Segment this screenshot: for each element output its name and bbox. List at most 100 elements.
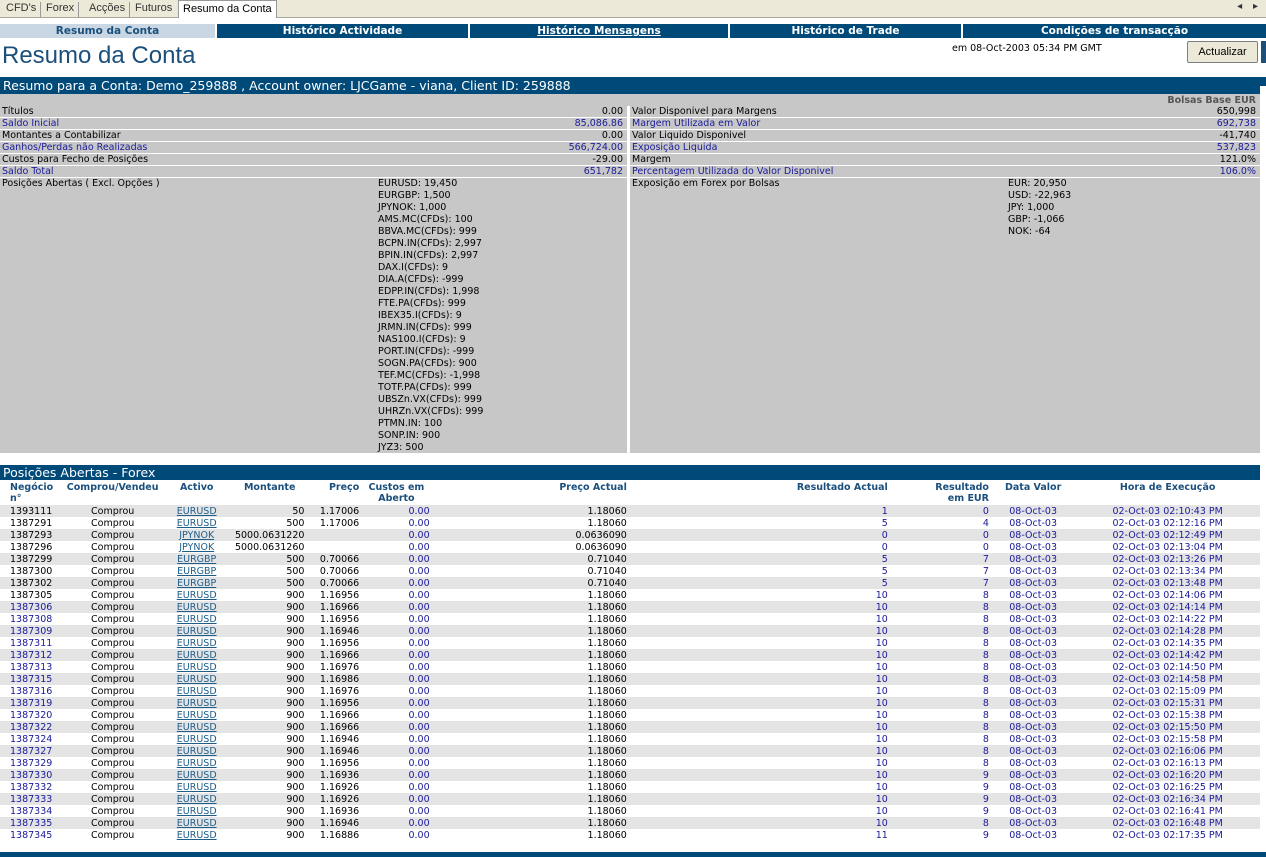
cell-activo-link[interactable]: EURUSD [160, 817, 233, 829]
table-row[interactable]: 1387316 Comprou EURUSD 900 1.16976 0.00 1.1806… [0, 685, 1260, 697]
cell-activo-link[interactable]: EURUSD [160, 829, 233, 841]
asset-link[interactable]: EURUSD [177, 602, 217, 613]
table-row[interactable]: 1387296 Comprou JPYNOK 5000.0631260 0.00 0.06… [0, 541, 1260, 553]
table-row[interactable]: 1387309 Comprou EURUSD 900 1.16946 0.00 1.1806… [0, 625, 1260, 637]
asset-link[interactable]: EURUSD [177, 638, 217, 649]
refresh-button[interactable]: Actualizar [1187, 41, 1258, 63]
asset-link[interactable]: EURGBP [177, 578, 216, 589]
asset-link[interactable]: EURUSD [177, 722, 217, 733]
asset-link[interactable]: EURUSD [177, 818, 217, 829]
asset-link[interactable]: EURUSD [177, 506, 217, 517]
asset-link[interactable]: EURUSD [177, 614, 217, 625]
cell-activo-link[interactable]: EURUSD [160, 625, 233, 637]
col-comprou-vendeu[interactable]: Comprou/Vendeu [65, 481, 161, 505]
asset-link[interactable]: EURUSD [177, 650, 217, 661]
table-row[interactable]: 1387302 Comprou EURGBP 500 0.70066 0.00 0.7104… [0, 577, 1260, 589]
cell-activo-link[interactable]: EURUSD [160, 637, 233, 649]
nav-resumo-da-conta[interactable]: Resumo da Conta [0, 24, 215, 38]
cell-activo-link[interactable]: EURUSD [160, 697, 233, 709]
table-row[interactable]: 1387313 Comprou EURUSD 900 1.16976 0.00 1.1806… [0, 661, 1260, 673]
table-row[interactable]: 1393111 Comprou EURUSD 50 1.17006 0.00 1.18060… [0, 505, 1260, 517]
nav-condicoes-de-transaccao[interactable]: Condições de transacção [961, 24, 1266, 38]
cell-activo-link[interactable]: EURGBP [160, 577, 233, 589]
nav-historico-de-trade[interactable]: Histórico de Trade [728, 24, 961, 38]
col-preco[interactable]: Preço [306, 481, 361, 505]
cell-activo-link[interactable]: EURGBP [160, 565, 233, 577]
cell-activo-link[interactable]: JPYNOK [160, 529, 233, 541]
cell-activo-link[interactable]: EURUSD [160, 745, 233, 757]
cell-activo-link[interactable]: EURUSD [160, 601, 233, 613]
cell-activo-link[interactable]: EURUSD [160, 805, 233, 817]
table-row[interactable]: 1387315 Comprou EURUSD 900 1.16986 0.00 1.1806… [0, 673, 1260, 685]
asset-link[interactable]: EURUSD [177, 770, 217, 781]
cell-activo-link[interactable]: EURUSD [160, 649, 233, 661]
table-row[interactable]: 1387335 Comprou EURUSD 900 1.16946 0.00 1.1806… [0, 817, 1260, 829]
asset-link[interactable]: EURUSD [177, 626, 217, 637]
table-row[interactable]: 1387333 Comprou EURUSD 900 1.16926 0.00 1.1806… [0, 793, 1260, 805]
table-row[interactable]: 1387329 Comprou EURUSD 900 1.16956 0.00 1.1806… [0, 757, 1260, 769]
col-negocio[interactable]: Negócio n° [0, 481, 65, 505]
table-row[interactable]: 1387291 Comprou EURUSD 500 1.17006 0.00 1.1806… [0, 517, 1260, 529]
cell-activo-link[interactable]: EURUSD [160, 781, 233, 793]
table-row[interactable]: 1387322 Comprou EURUSD 900 1.16966 0.00 1.1806… [0, 721, 1260, 733]
cell-activo-link[interactable]: EURUSD [160, 721, 233, 733]
tab-cfds[interactable]: CFD's [2, 2, 42, 17]
cell-activo-link[interactable]: EURUSD [160, 613, 233, 625]
col-activo[interactable]: Activo [161, 481, 233, 505]
table-row[interactable]: 1387306 Comprou EURUSD 900 1.16966 0.00 1.1806… [0, 601, 1260, 613]
asset-link[interactable]: EURUSD [177, 674, 217, 685]
cell-activo-link[interactable]: EURUSD [160, 709, 233, 721]
cell-activo-link[interactable]: EURUSD [160, 661, 233, 673]
cell-activo-link[interactable]: JPYNOK [160, 541, 233, 553]
table-row[interactable]: 1387345 Comprou EURUSD 900 1.16886 0.00 1.1806… [0, 829, 1260, 841]
asset-link[interactable]: JPYNOK [179, 530, 214, 541]
table-row[interactable]: 1387327 Comprou EURUSD 900 1.16946 0.00 1.1806… [0, 745, 1260, 757]
table-row[interactable]: 1387330 Comprou EURUSD 900 1.16936 0.00 1.1806… [0, 769, 1260, 781]
table-row[interactable]: 1387300 Comprou EURGBP 500 0.70066 0.00 0.7104… [0, 565, 1260, 577]
cell-activo-link[interactable]: EURGBP [160, 553, 233, 565]
asset-link[interactable]: EURUSD [177, 590, 217, 601]
col-data-valor[interactable]: Data Valor [991, 481, 1075, 505]
side-panel-toggle[interactable] [1261, 41, 1266, 63]
tab-scroll-arrows-icon[interactable]: ◂ ▸ [1237, 1, 1262, 12]
table-row[interactable]: 1387299 Comprou EURGBP 500 0.70066 0.00 0.7104… [0, 553, 1260, 565]
col-hora-execucao[interactable]: Hora de Execução [1075, 481, 1260, 505]
asset-link[interactable]: EURGBP [177, 554, 216, 565]
tab-resumo-da-conta[interactable]: Resumo da Conta [178, 0, 277, 18]
asset-link[interactable]: EURUSD [177, 794, 217, 805]
table-row[interactable]: 1387293 Comprou JPYNOK 5000.0631220 0.00 0.06… [0, 529, 1260, 541]
table-row[interactable]: 1387324 Comprou EURUSD 900 1.16946 0.00 1.1806… [0, 733, 1260, 745]
asset-link[interactable]: EURUSD [177, 806, 217, 817]
cell-activo-link[interactable]: EURUSD [160, 517, 233, 529]
nav-historico-mensagens[interactable]: Histórico Mensagens [468, 24, 728, 38]
asset-link[interactable]: EURUSD [177, 710, 217, 721]
asset-link[interactable]: EURUSD [177, 782, 217, 793]
cell-activo-link[interactable]: EURUSD [160, 757, 233, 769]
asset-link[interactable]: EURUSD [177, 746, 217, 757]
table-row[interactable]: 1387311 Comprou EURUSD 900 1.16956 0.00 1.1806… [0, 637, 1260, 649]
cell-activo-link[interactable]: EURUSD [160, 793, 233, 805]
col-custos-em-aberto[interactable]: Custos em Aberto [361, 481, 431, 505]
col-montante[interactable]: Montante [233, 481, 307, 505]
table-row[interactable]: 1387308 Comprou EURUSD 900 1.16956 0.00 1.1806… [0, 613, 1260, 625]
table-row[interactable]: 1387312 Comprou EURUSD 900 1.16966 0.00 1.1806… [0, 649, 1260, 661]
tab-accoes[interactable]: Acções [85, 2, 131, 17]
table-row[interactable]: 1387332 Comprou EURUSD 900 1.16926 0.00 1.1806… [0, 781, 1260, 793]
cell-activo-link[interactable]: EURUSD [160, 733, 233, 745]
cell-activo-link[interactable]: EURUSD [160, 505, 233, 517]
cell-activo-link[interactable]: EURUSD [160, 673, 233, 685]
asset-link[interactable]: EURUSD [177, 758, 217, 769]
asset-link[interactable]: EURUSD [177, 662, 217, 673]
asset-link[interactable]: EURUSD [177, 830, 217, 841]
tab-futuros[interactable]: Futuros [131, 2, 176, 17]
table-row[interactable]: 1387334 Comprou EURUSD 900 1.16936 0.00 1.1806… [0, 805, 1260, 817]
table-row[interactable]: 1387305 Comprou EURUSD 900 1.16956 0.00 1.1806… [0, 589, 1260, 601]
nav-historico-actividade[interactable]: Histórico Actividade [215, 24, 468, 38]
asset-link[interactable]: EURUSD [177, 518, 217, 529]
cell-activo-link[interactable]: EURUSD [160, 685, 233, 697]
asset-link[interactable]: EURGBP [177, 566, 216, 577]
table-row[interactable]: 1387320 Comprou EURUSD 900 1.16966 0.00 1.1806… [0, 709, 1260, 721]
asset-link[interactable]: EURUSD [177, 686, 217, 697]
col-resultado-eur[interactable]: Resultado em EUR [890, 481, 991, 505]
asset-link[interactable]: EURUSD [177, 698, 217, 709]
